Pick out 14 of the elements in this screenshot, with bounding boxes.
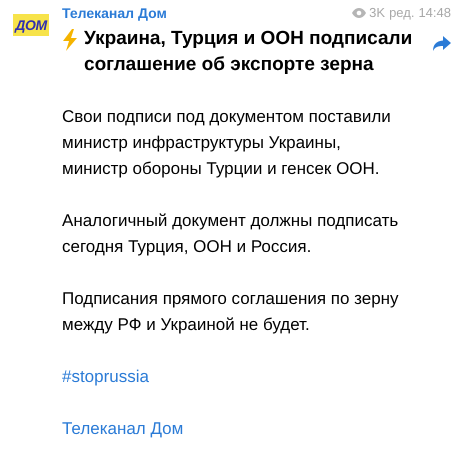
message-time: 14:48 (418, 4, 451, 22)
channel-name[interactable]: Телеканал Дом (62, 2, 167, 24)
view-count: 3K (369, 4, 386, 22)
post-title: Украина, Турция и ООН подписали соглашение об экспорте зерна (84, 27, 414, 77)
edited-label: ред. (389, 4, 414, 22)
post-paragraph: Подписания прямого соглашения по зерну между РФ и Украиной не будет. (62, 288, 400, 336)
channel-logo[interactable]: ДОМ (13, 14, 49, 36)
post-link[interactable]: Телеканал Дом (62, 419, 184, 438)
lightning-icon (62, 29, 78, 51)
post-paragraph: Аналогичный документ должны подписать сегодня Турция, ООН и Россия. (62, 210, 400, 258)
share-icon[interactable] (433, 36, 451, 52)
post-paragraph: Свои подписи под документом поставили министр инфраструктуры Украины, министр обороны Турции и генсек ООН. (62, 106, 392, 180)
eye-icon (352, 8, 366, 18)
post-link[interactable]: #stoprussia (62, 367, 149, 386)
